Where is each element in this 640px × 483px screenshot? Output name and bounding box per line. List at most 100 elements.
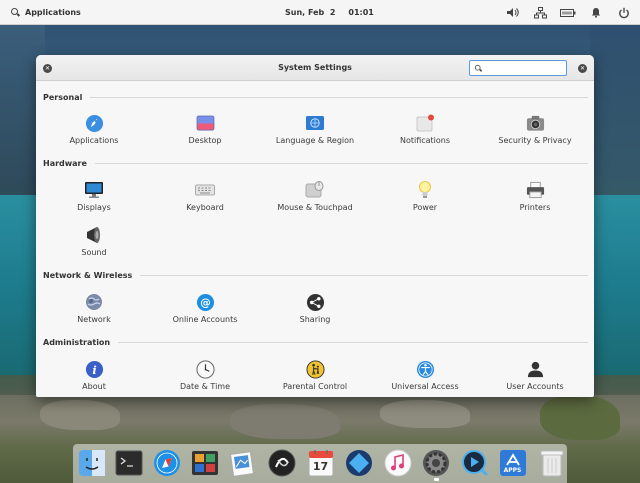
online-accounts-icon: @ [195,292,215,312]
notifications-icon [415,113,435,133]
section-divider [118,341,588,343]
settings-item-desktop[interactable]: Desktop [150,113,260,149]
app-store-label: APPS [503,467,522,474]
settings-item-label: About [82,382,106,391]
settings-item-power[interactable]: Power [370,180,480,216]
app-store-icon[interactable]: APPS [498,448,527,477]
settings-item-displays[interactable]: Displays [39,180,149,216]
wallpaper-grass [540,395,620,440]
section-title: Hardware [43,158,87,168]
settings-item-label: Applications [69,136,119,145]
settings-search-input[interactable] [486,62,566,74]
settings-item-label: Displays [77,203,111,212]
settings-item-label: Notifications [399,136,451,145]
indicator-area [492,0,632,25]
settings-item-about[interactable]: i About [39,359,149,395]
video-player-icon[interactable] [460,448,489,477]
settings-item-label: Mouse & Touchpad [277,203,353,212]
settings-item-user-accounts[interactable]: User Accounts [480,359,590,395]
desktop-icon [195,113,215,133]
settings-item-label: Online Accounts [172,315,238,324]
settings-item-label: Parental Control [282,382,348,391]
keyboard-icon [195,180,215,200]
settings-item-online-accounts[interactable]: @ Online Accounts [150,292,260,328]
system-settings-icon[interactable] [421,448,450,477]
settings-item-label: Printers [519,203,551,212]
settings-item-label: Desktop [188,136,222,145]
applications-menu-button[interactable]: Applications [11,0,81,25]
settings-item-label: Security & Privacy [498,136,572,145]
date-text: Sun, Feb 2 [285,8,336,17]
settings-item-label: Sharing [299,315,331,324]
settings-item-parental-control[interactable]: Parental Control [260,359,370,395]
power-icon [415,180,435,200]
section-divider [90,96,588,98]
section-divider [140,274,588,276]
calendar-icon[interactable]: 17 [306,448,335,477]
wallpaper-rock [230,404,340,439]
settings-item-sharing[interactable]: Sharing [260,292,370,328]
svg-text:@: @ [200,296,210,308]
terminal-icon[interactable] [114,448,143,477]
settings-item-printers[interactable]: Printers [480,180,590,216]
settings-item-label: Network [77,315,111,324]
section-title: Network & Wireless [43,270,133,280]
displays-icon [84,180,104,200]
section-header-hardware: Hardware [43,158,588,168]
settings-item-security-privacy[interactable]: Security & Privacy [480,113,590,149]
photo-viewer-icon[interactable] [190,448,219,477]
mouse-touchpad-icon [305,180,325,200]
applications-label: Applications [25,8,81,17]
wallpaper-rock [380,400,470,428]
settings-item-applications[interactable]: Applications [39,113,149,149]
settings-item-keyboard[interactable]: Keyboard [150,180,260,216]
network-icon [84,292,104,312]
running-indicator [434,478,439,481]
datetime-indicator[interactable]: Sun, Feb 2 01:01 [285,0,374,25]
settings-item-label: Universal Access [391,382,459,391]
section-header-network-wireless: Network & Wireless [43,270,588,280]
section-title: Administration [43,337,111,347]
settings-item-label: User Accounts [506,382,564,391]
search-icon [474,64,482,71]
notifications-icon[interactable] [588,5,604,21]
files-icon[interactable] [77,448,106,477]
section-title: Personal [43,92,83,102]
about-icon: i [84,359,104,379]
applications-icon [84,113,104,133]
network-icon[interactable] [532,5,548,21]
parental-control-icon [305,359,325,379]
sharing-icon [305,292,325,312]
user-accounts-icon [525,359,545,379]
security-privacy-icon [525,113,545,133]
settings-item-label: Keyboard [186,203,224,212]
section-header-administration: Administration [43,337,588,347]
maximize-button[interactable]: ✕ [578,64,587,73]
window-titlebar[interactable]: ✕ System Settings ✕ [36,55,594,81]
search-field[interactable] [469,60,567,76]
media-app-icon[interactable] [267,448,296,477]
settings-item-mouse-touchpad[interactable]: Mouse & Touchpad [260,180,370,216]
settings-item-sound[interactable]: Sound [39,225,149,261]
trash-icon[interactable] [537,448,566,477]
image-editor-icon[interactable] [228,448,257,477]
media-center-icon[interactable] [344,448,373,477]
settings-item-universal-access[interactable]: Universal Access [370,359,480,395]
settings-item-label: Language & Region [275,136,355,145]
settings-item-network[interactable]: Network [39,292,149,328]
calendar-day-text: 17 [312,460,329,473]
music-icon[interactable] [383,448,412,477]
settings-item-date-time[interactable]: Date & Time [150,359,260,395]
date-time-icon [195,359,215,379]
browser-icon[interactable] [152,448,181,477]
svg-text:i: i [92,362,96,376]
section-header-personal: Personal [43,92,588,102]
settings-item-notifications[interactable]: Notifications [370,113,480,149]
volume-icon[interactable] [504,5,520,21]
settings-item-label: Date & Time [179,382,231,391]
settings-item-language-region[interactable]: Language & Region [260,113,370,149]
search-icon [11,8,20,17]
universal-access-icon [415,359,435,379]
power-icon[interactable] [616,5,632,21]
battery-icon[interactable] [560,5,576,21]
